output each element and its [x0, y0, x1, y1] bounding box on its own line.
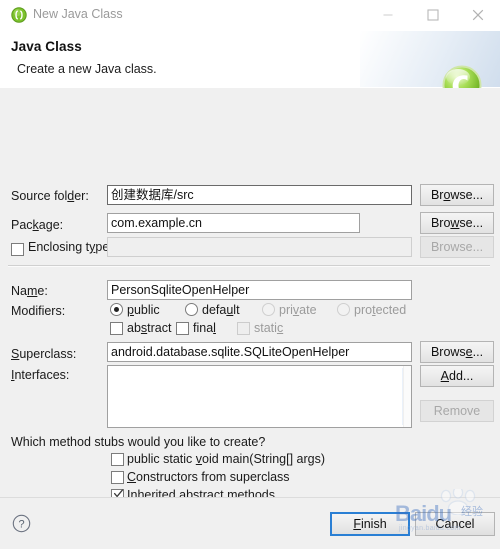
enclosing-type-input: [107, 237, 412, 257]
stub-label-constructors: Constructors from superclass: [127, 470, 290, 484]
modifier-checkbox-final[interactable]: [176, 322, 189, 335]
modifier-label-abstract: abstract: [127, 321, 172, 335]
source-folder-input[interactable]: 创建数据库/src: [107, 185, 412, 205]
page-title: Java Class: [11, 39, 82, 54]
name-label: Name:: [11, 284, 48, 298]
close-button[interactable]: [455, 0, 500, 30]
interfaces-add-button[interactable]: Add...: [420, 365, 494, 387]
stub-label-main: public static void main(String[] args): [127, 452, 325, 466]
package-input[interactable]: com.example.cn: [107, 213, 360, 233]
modifier-radio-private: [262, 303, 275, 316]
minimize-icon: [383, 14, 392, 16]
java-class-icon: [11, 7, 27, 23]
new-java-class-dialog: New Java Class Java Class Create a new J…: [0, 0, 500, 549]
modifier-label-static: static: [254, 321, 284, 335]
modifiers-label: Modifiers:: [11, 304, 66, 318]
interfaces-label: Interfaces:: [11, 368, 70, 382]
method-stubs-question: Which method stubs would you like to cre…: [11, 435, 266, 449]
superclass-label: Superclass:: [11, 347, 77, 361]
modifier-label-protected: protected: [354, 303, 407, 317]
svg-text:?: ?: [18, 518, 24, 530]
modifier-label-default: default: [202, 303, 240, 317]
maximize-button[interactable]: [410, 0, 455, 30]
titlebar: New Java Class: [0, 0, 500, 32]
stub-checkbox-main[interactable]: [111, 453, 124, 466]
maximize-icon: [426, 9, 439, 21]
interfaces-inner-rule: [402, 368, 403, 425]
minimize-button[interactable]: [365, 0, 410, 30]
modifier-radio-public[interactable]: [110, 303, 123, 316]
cancel-button[interactable]: Cancel: [415, 512, 495, 536]
modifier-checkbox-static: [237, 322, 250, 335]
dialog-header: Java Class Create a new Java class.: [0, 31, 500, 89]
separator-top: [8, 265, 490, 267]
enclosing-type-browse-button: Browse...: [420, 236, 494, 258]
interfaces-remove-button: Remove: [420, 400, 494, 422]
source-folder-browse-button[interactable]: Browse...: [420, 184, 494, 206]
help-icon[interactable]: ?: [12, 514, 31, 533]
page-subtitle: Create a new Java class.: [17, 62, 157, 76]
superclass-input[interactable]: android.database.sqlite.SQLiteOpenHelper: [107, 342, 412, 362]
superclass-browse-button[interactable]: Browse...: [420, 341, 494, 363]
package-browse-button[interactable]: Browse...: [420, 212, 494, 234]
new-class-banner-icon: [441, 64, 483, 88]
modifier-checkbox-abstract[interactable]: [110, 322, 123, 335]
close-icon: [472, 9, 483, 21]
modifier-label-final: final: [193, 321, 216, 335]
stub-checkbox-constructors[interactable]: [111, 471, 124, 484]
finish-button[interactable]: Finish: [330, 512, 410, 536]
enclosing-type-checkbox[interactable]: [11, 243, 24, 256]
radio-dot: [114, 307, 119, 312]
source-folder-label: Source folder:: [11, 189, 89, 203]
dialog-body: Source folder: 创建数据库/src Browse... Packa…: [0, 88, 500, 542]
interfaces-listbox[interactable]: [107, 365, 412, 428]
modifier-radio-default[interactable]: [185, 303, 198, 316]
modifier-label-public: public: [127, 303, 160, 317]
modifier-label-private: private: [279, 303, 317, 317]
name-input[interactable]: PersonSqliteOpenHelper: [107, 280, 412, 300]
modifier-radio-protected: [337, 303, 350, 316]
enclosing-type-label: Enclosing type:: [28, 240, 113, 254]
interfaces-scroll-gutter[interactable]: [403, 366, 411, 427]
package-label: Package:: [11, 218, 64, 232]
window-title: New Java Class: [33, 7, 123, 21]
